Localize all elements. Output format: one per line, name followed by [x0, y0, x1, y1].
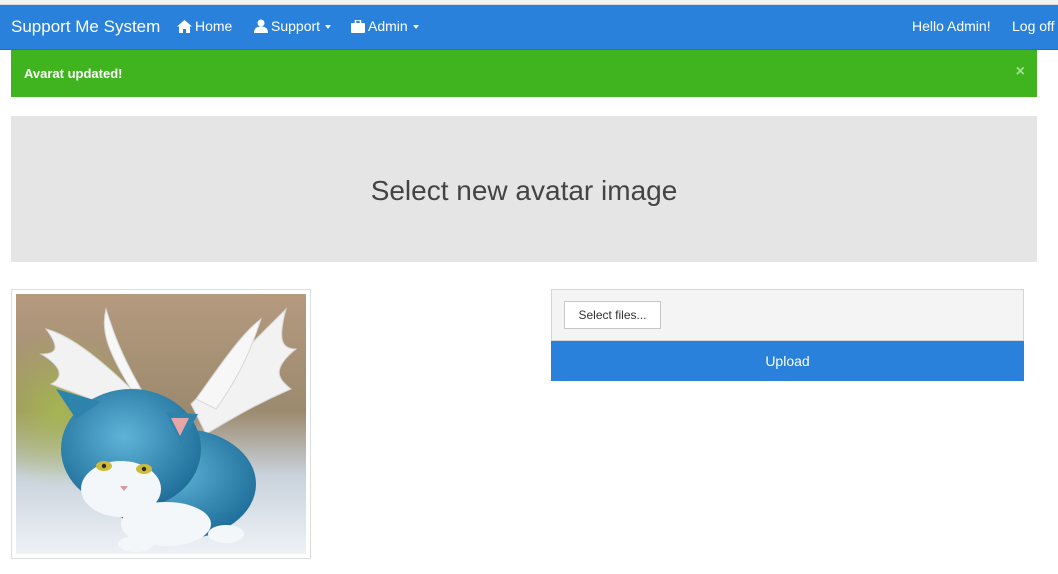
nav-support[interactable]: Support: [254, 18, 332, 34]
logoff-link[interactable]: Log off: [1012, 18, 1055, 34]
user-greeting-link[interactable]: Hello Admin!: [912, 18, 991, 34]
nav-support-label: Support: [271, 18, 321, 34]
nav-home[interactable]: Home: [177, 18, 232, 34]
brand-link[interactable]: Support Me System: [11, 17, 160, 37]
navbar: Support Me System Home Support Admin Hel…: [0, 5, 1058, 50]
chevron-down-icon: [325, 25, 332, 29]
success-alert: Avarat updated! ×: [11, 50, 1037, 97]
briefcase-icon: [351, 19, 365, 33]
page-title: Select new avatar image: [370, 175, 678, 206]
avatar-image: [16, 294, 306, 554]
nav-admin[interactable]: Admin: [351, 18, 419, 34]
home-icon: [177, 19, 192, 33]
nav-admin-label: Admin: [368, 18, 408, 34]
chevron-down-icon: [412, 25, 419, 29]
avatar-thumbnail: [11, 289, 311, 559]
nav-home-label: Home: [195, 18, 233, 34]
user-icon: [254, 19, 268, 33]
select-files-button[interactable]: Select files...: [564, 301, 661, 329]
file-upload-panel: Select files...: [551, 289, 1024, 341]
upload-button[interactable]: Upload: [551, 341, 1024, 381]
jumbotron: Select new avatar image: [11, 116, 1037, 262]
close-icon[interactable]: ×: [1016, 63, 1025, 81]
alert-message: Avarat updated!: [24, 66, 123, 81]
